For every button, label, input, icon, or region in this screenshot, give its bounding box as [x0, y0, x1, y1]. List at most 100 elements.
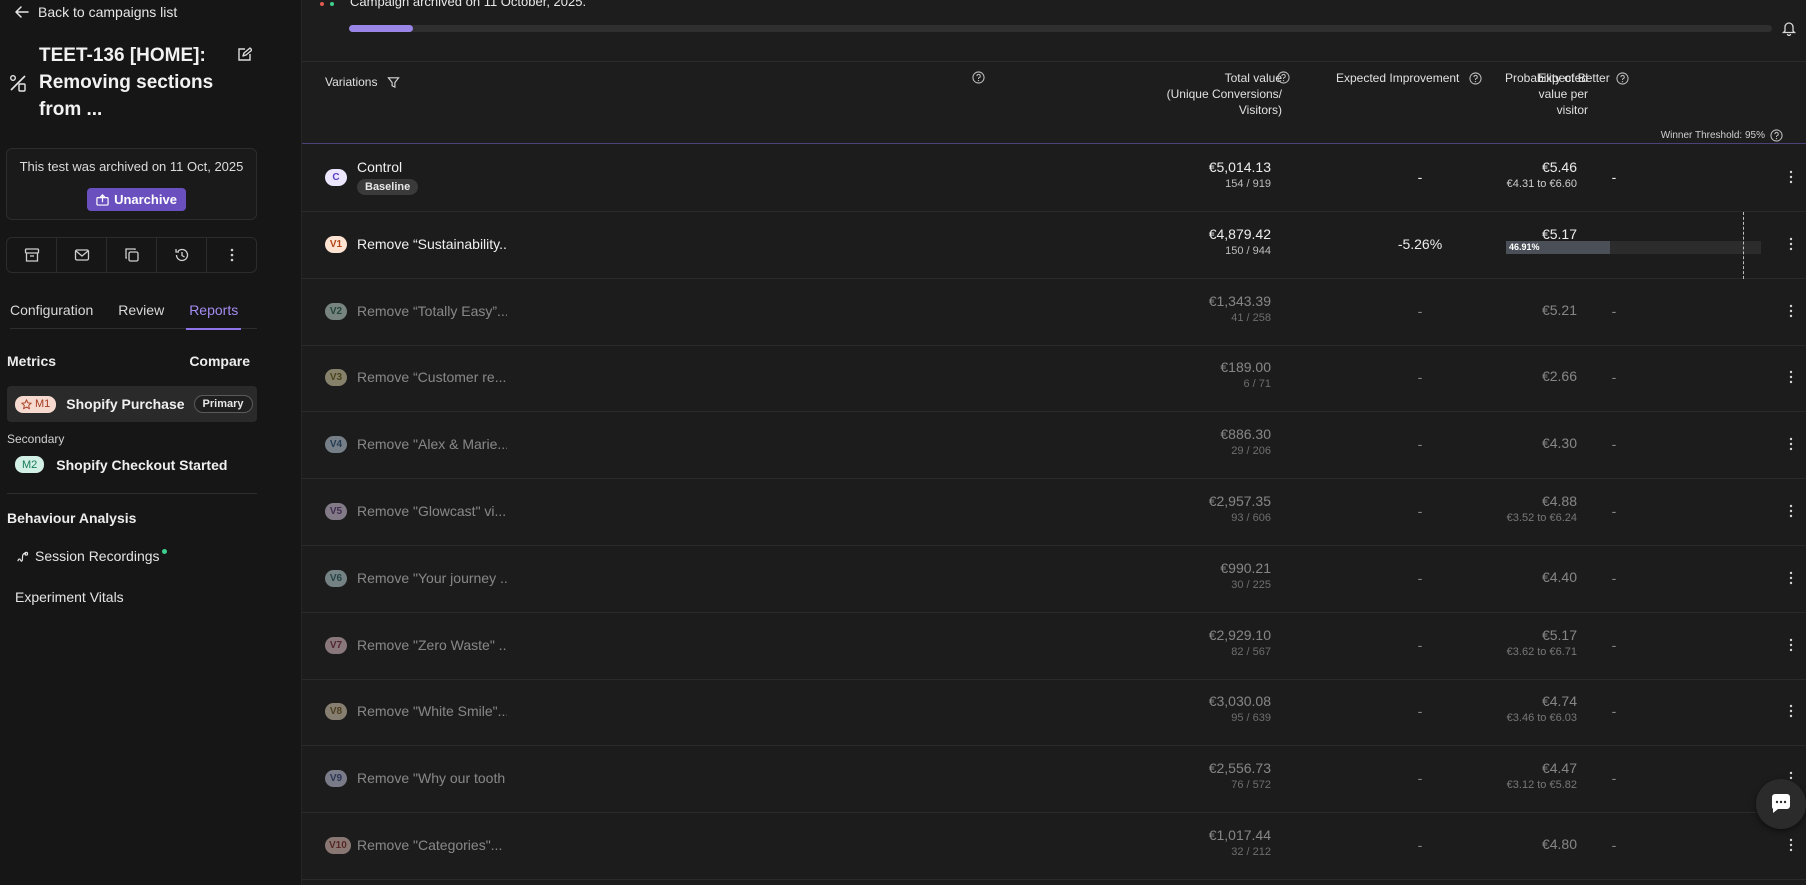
unarchive-button[interactable]: Unarchive	[87, 188, 186, 211]
history-icon	[174, 248, 188, 262]
email-action-button[interactable]	[57, 238, 107, 272]
probability-better: -	[1611, 703, 1617, 720]
duplicate-action-button[interactable]	[107, 238, 157, 272]
help-icon[interactable]	[1770, 129, 1783, 142]
help-icon[interactable]	[972, 71, 985, 84]
total-value: €5,014.13	[1208, 159, 1271, 175]
chat-support-button[interactable]	[1756, 779, 1806, 829]
variation-name[interactable]: Remove "Zero Waste" ...	[357, 637, 507, 653]
row-actions-button[interactable]	[1784, 570, 1798, 586]
metric-item-shopify-purchase[interactable]: M1 Shopify Purchase Primary	[7, 386, 257, 422]
expected-value: €5.17	[1541, 626, 1577, 643]
more-vertical-icon	[1789, 304, 1793, 317]
table-row[interactable]: V9 Remove "Why our tooth p €2,556.73 76 / 5…	[302, 746, 1806, 814]
archive-icon	[24, 248, 39, 262]
total-value: €189.00	[1220, 359, 1271, 376]
tab-reports[interactable]: Reports	[186, 300, 242, 330]
compare-button[interactable]: Compare	[189, 353, 250, 369]
row-actions-button[interactable]	[1784, 369, 1798, 385]
total-value: €1,017.44	[1208, 827, 1271, 843]
archive-notice-text: This test was archived on 11 Oct, 2025	[19, 159, 244, 174]
help-icon[interactable]	[1277, 71, 1290, 84]
variation-badge: V5	[325, 503, 347, 520]
header-total-line3: Visitors)	[1238, 103, 1282, 117]
results-table-header: Variations Total value (Unique Conversio…	[302, 62, 1806, 144]
expected-value: €4.40	[1541, 568, 1577, 585]
row-actions-button[interactable]	[1784, 503, 1798, 519]
row-actions-button[interactable]	[1784, 303, 1798, 319]
help-icon[interactable]	[1616, 71, 1629, 85]
expected-value-range: €3.52 to €6.24	[1506, 512, 1577, 524]
campaign-progress-fill	[349, 25, 414, 32]
table-row[interactable]: V2 Remove “Totally Easy”... €1,343.39 41 / …	[302, 279, 1806, 346]
header-variations: Variations	[325, 74, 401, 90]
row-actions-button[interactable]	[1784, 169, 1798, 185]
star-icon	[21, 398, 32, 410]
variation-name[interactable]: Remove "Your journey ...	[357, 570, 507, 586]
divider	[7, 493, 257, 494]
tab-review[interactable]: Review	[118, 300, 164, 329]
variation-name[interactable]: Remove “Customer re...	[357, 369, 506, 385]
total-value-cell: €886.30 29 / 206	[1220, 426, 1271, 457]
expected-value-cell: €4.74 €3.46 to €6.03	[1507, 693, 1577, 724]
conversions-visitors: 30 / 225	[1231, 578, 1271, 591]
conversions-visitors: 154 / 919	[1225, 178, 1271, 190]
variation-name[interactable]: Remove "Why our tooth p	[357, 770, 507, 786]
metric-item-shopify-checkout[interactable]: M2 Shopify Checkout Started	[15, 456, 227, 473]
variation-name[interactable]: Remove "Categories"...	[357, 837, 502, 853]
row-actions-button[interactable]	[1784, 436, 1798, 452]
primary-pill: Primary	[193, 395, 253, 413]
expected-improvement: -	[1417, 837, 1423, 853]
row-actions-button[interactable]	[1784, 236, 1798, 252]
table-row[interactable]: V5 Remove "Glowcast" vi... €2,957.35 93 / 6…	[302, 479, 1806, 546]
bell-icon[interactable]	[1781, 20, 1797, 36]
more-vertical-icon	[1789, 838, 1793, 852]
probability-better: -	[1611, 169, 1617, 185]
expected-value: €4.74	[1541, 693, 1577, 710]
total-value-cell: €189.00 6 / 71	[1220, 359, 1271, 390]
conversions-visitors: 150 / 944	[1225, 244, 1271, 257]
history-action-button[interactable]	[157, 238, 207, 272]
table-row[interactable]: V10 Remove "Categories"... €1,017.44 32 / 2…	[302, 813, 1806, 880]
row-actions-button[interactable]	[1784, 837, 1798, 853]
table-row[interactable]: V4 Remove "Alex & Marie... €886.30 29 / 206…	[302, 412, 1806, 480]
session-recordings-link[interactable]: Session Recordings	[16, 548, 167, 564]
variation-name[interactable]: Remove “Totally Easy”...	[357, 303, 507, 319]
expected-value-cell: €5.17 €3.62 to €6.71	[1507, 627, 1577, 658]
archive-action-button[interactable]	[7, 238, 57, 272]
baseline-pill: Baseline	[357, 179, 419, 195]
table-row[interactable]: V6 Remove "Your journey ... €990.21 30 / 22…	[302, 546, 1806, 613]
expected-value-cell: €5.21	[1542, 302, 1577, 318]
variation-name[interactable]: Control	[357, 159, 402, 175]
table-row[interactable]: C Control Baseline €5,014.13 154 / 919 €5.46 €…	[302, 145, 1806, 212]
table-row[interactable]: V1 Remove “Sustainability... €4,879.42 150 …	[302, 211, 1806, 279]
variation-name[interactable]: Remove “Sustainability...	[357, 236, 507, 252]
back-to-campaigns-link[interactable]: Back to campaigns list	[14, 4, 177, 20]
edit-icon[interactable]	[236, 47, 252, 63]
table-row[interactable]: V7 Remove "Zero Waste" ... €2,929.10 82 / 5…	[302, 613, 1806, 680]
header-variations-label: Variations	[325, 75, 378, 89]
help-icon[interactable]	[1469, 71, 1482, 85]
row-actions-button[interactable]	[1784, 637, 1798, 653]
variation-name[interactable]: Remove "Glowcast" vi...	[357, 503, 506, 519]
total-value-cell: €3,030.08 95 / 639	[1209, 693, 1271, 724]
table-row[interactable]: V3 Remove “Customer re... €189.00 6 / 71 €2.…	[302, 345, 1806, 413]
percent-tag-icon	[10, 75, 26, 92]
expected-value: €4.80	[1541, 836, 1577, 852]
probability-better: -	[1611, 837, 1617, 853]
variation-name[interactable]: Remove "Alex & Marie...	[357, 436, 507, 452]
more-vertical-icon	[1789, 237, 1793, 250]
expected-improvement: -	[1417, 369, 1423, 386]
row-actions-button[interactable]	[1784, 703, 1798, 719]
table-row[interactable]: V8 Remove "White Smile"... €3,030.08 95 / 6…	[302, 679, 1806, 747]
total-value: €886.30	[1220, 426, 1271, 443]
total-value: €2,556.73	[1208, 760, 1271, 777]
tab-configuration[interactable]: Configuration	[10, 300, 93, 329]
more-actions-button[interactable]	[207, 238, 256, 272]
expected-improvement: -	[1417, 770, 1423, 787]
more-vertical-icon	[230, 248, 233, 262]
experiment-vitals-link[interactable]: Experiment Vitals	[15, 589, 124, 605]
filter-icon[interactable]	[387, 76, 401, 89]
variation-name[interactable]: Remove "White Smile"...	[357, 703, 507, 719]
total-value-cell: €2,556.73 76 / 572	[1209, 760, 1271, 791]
